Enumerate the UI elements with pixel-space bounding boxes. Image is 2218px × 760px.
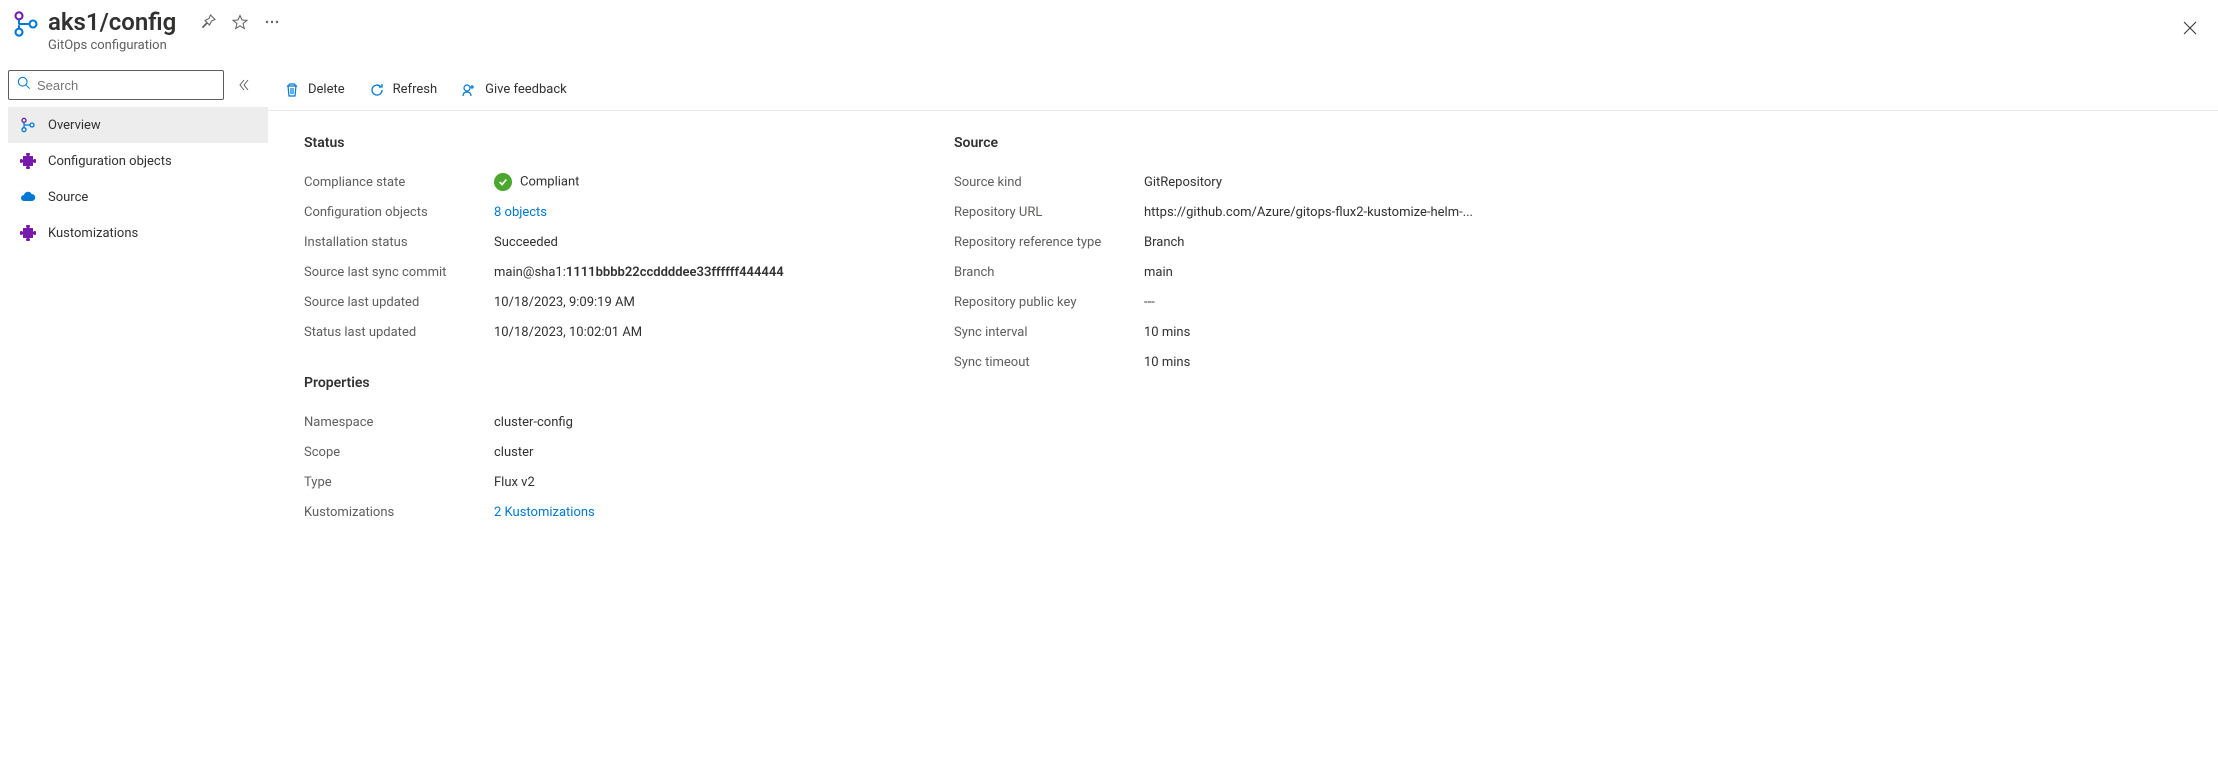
main-content: Delete Refresh Give feedback Status Co [268, 69, 2218, 760]
toolbar: Delete Refresh Give feedback [268, 69, 2218, 111]
status-column: Status Compliance state Compliant Config… [304, 135, 954, 527]
sidebar-item-label: Kustomizations [48, 226, 138, 241]
compliance-state-value: Compliant [494, 173, 954, 191]
source-heading: Source [954, 135, 1604, 151]
refresh-button[interactable]: Refresh [365, 69, 441, 110]
source-kind-value: GitRepository [1144, 175, 1604, 190]
sidebar-item-label: Source [48, 190, 88, 205]
repo-url-value: https://github.com/Azure/gitops-flux2-ku… [1144, 205, 1604, 220]
pubkey-value: --- [1144, 295, 1604, 310]
status-last-updated-value: 10/18/2023, 10:02:01 AM [494, 325, 954, 340]
config-objects-link[interactable]: 8 objects [494, 205, 954, 220]
kustomizations-link[interactable]: 2 Kustomizations [494, 505, 954, 520]
sync-interval-label: Sync interval [954, 325, 1144, 340]
sidebar-item-label: Configuration objects [48, 154, 172, 169]
last-sync-commit-label: Source last sync commit [304, 265, 494, 280]
sidebar-item-source[interactable]: Source [8, 179, 268, 215]
pubkey-label: Repository public key [954, 295, 1144, 310]
gitops-icon [20, 117, 36, 133]
page-title: aks1/config [48, 8, 176, 36]
status-last-updated-label: Status last updated [304, 325, 494, 340]
scope-value: cluster [494, 445, 954, 460]
puzzle-icon [20, 225, 36, 241]
kustomizations-label: Kustomizations [304, 505, 494, 520]
sidebar-item-label: Overview [48, 118, 101, 133]
source-kind-label: Source kind [954, 175, 1144, 190]
sidebar-item-kustomizations[interactable]: Kustomizations [8, 215, 268, 251]
properties-heading: Properties [304, 375, 954, 391]
search-icon [17, 76, 31, 94]
favorite-button[interactable] [228, 10, 252, 34]
sync-timeout-label: Sync timeout [954, 355, 1144, 370]
toolbar-label: Delete [308, 82, 345, 97]
namespace-label: Namespace [304, 415, 494, 430]
header-titles: aks1/config GitOps configuration [48, 8, 2206, 53]
repo-url-label: Repository URL [954, 205, 1144, 220]
pin-button[interactable] [196, 10, 220, 34]
page-header: aks1/config GitOps configuration [0, 0, 2218, 69]
source-last-updated-value: 10/18/2023, 9:09:19 AM [494, 295, 954, 310]
sidebar: Overview Configuration objects Source Ku… [0, 69, 268, 760]
puzzle-icon [20, 153, 36, 169]
search-input-wrapper[interactable] [8, 70, 224, 100]
success-icon [494, 173, 512, 191]
page-subtitle: GitOps configuration [48, 38, 2206, 53]
branch-label: Branch [954, 265, 1144, 280]
type-value: Flux v2 [494, 475, 954, 490]
gitops-icon [12, 10, 40, 38]
type-label: Type [304, 475, 494, 490]
close-button[interactable] [2178, 16, 2202, 40]
last-sync-commit-value: main@sha1:1111bbbb22ccddddee33ffffff4444… [494, 265, 954, 280]
cloud-icon [20, 189, 36, 205]
install-status-label: Installation status [304, 235, 494, 250]
compliance-state-label: Compliance state [304, 175, 494, 190]
ref-type-value: Branch [1144, 235, 1604, 250]
more-button[interactable] [260, 10, 284, 34]
scope-label: Scope [304, 445, 494, 460]
sync-interval-value: 10 mins [1144, 325, 1604, 340]
toolbar-label: Give feedback [485, 82, 567, 97]
install-status-value: Succeeded [494, 235, 954, 250]
search-input[interactable] [37, 78, 215, 93]
sync-timeout-value: 10 mins [1144, 355, 1604, 370]
commit-prefix: main@sha1: [494, 265, 566, 280]
sidebar-item-configuration-objects[interactable]: Configuration objects [8, 143, 268, 179]
branch-value: main [1144, 265, 1604, 280]
trash-icon [284, 82, 300, 98]
namespace-value: cluster-config [494, 415, 954, 430]
delete-button[interactable]: Delete [280, 69, 349, 110]
ref-type-label: Repository reference type [954, 235, 1144, 250]
sidebar-item-overview[interactable]: Overview [8, 107, 268, 143]
collapse-sidebar-button[interactable] [228, 69, 260, 101]
toolbar-label: Refresh [393, 82, 437, 97]
source-column: Source Source kind GitRepository Reposit… [954, 135, 1604, 527]
commit-sha: 1111bbbb22ccddddee33ffffff444444 [566, 265, 784, 280]
source-last-updated-label: Source last updated [304, 295, 494, 310]
feedback-icon [461, 82, 477, 98]
compliance-text: Compliant [520, 174, 579, 189]
config-objects-label: Configuration objects [304, 205, 494, 220]
refresh-icon [369, 82, 385, 98]
feedback-button[interactable]: Give feedback [457, 69, 571, 110]
status-heading: Status [304, 135, 954, 151]
